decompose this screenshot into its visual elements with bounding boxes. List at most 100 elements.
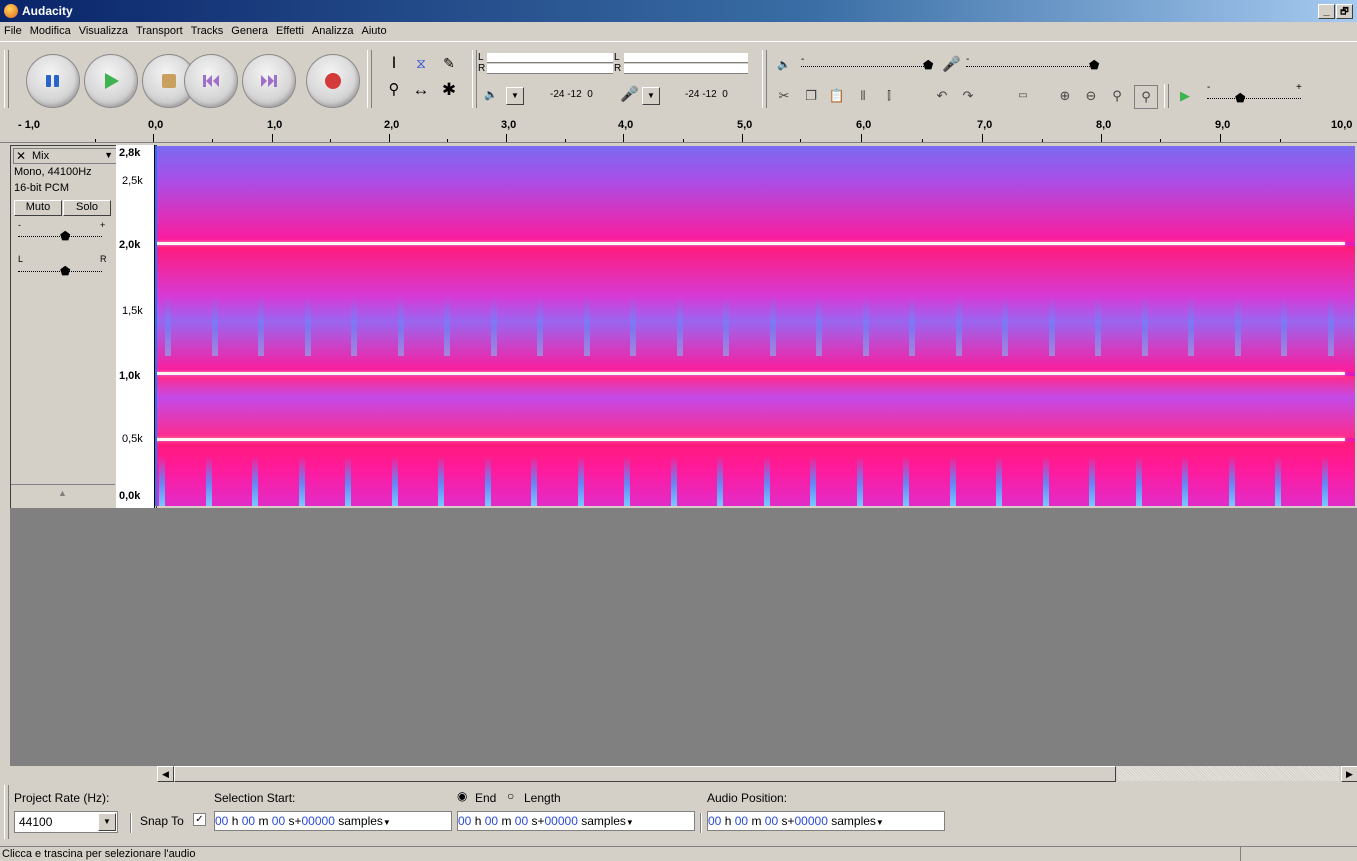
output-volume-thumb[interactable]: ⬟ xyxy=(923,58,933,72)
mute-button[interactable]: Muto xyxy=(14,200,62,216)
snap-to-checkbox[interactable]: ✓ xyxy=(193,813,206,826)
pan-slider-thumb[interactable]: ⬟ xyxy=(60,264,70,278)
menu-genera[interactable]: Genera xyxy=(231,25,268,37)
toolbar-grip[interactable] xyxy=(4,50,9,108)
menu-visualizza[interactable]: Visualizza xyxy=(79,25,128,37)
scroll-right-icon[interactable]: ▶ xyxy=(1341,766,1357,782)
timeline-ruler[interactable]: - 1,0 0,0 1,0 2,0 3,0 4,0 5,0 6,0 7,0 8,… xyxy=(0,114,1357,143)
play-meter-dropdown[interactable]: ▼ xyxy=(506,87,524,105)
copy-icon[interactable]: ❐ xyxy=(800,85,822,107)
output-volume-slider[interactable] xyxy=(801,66,928,69)
chevron-down-icon[interactable]: ▼ xyxy=(98,813,116,831)
audio-position-label: Audio Position: xyxy=(707,791,788,805)
menu-effetti[interactable]: Effetti xyxy=(276,25,304,37)
play-button[interactable] xyxy=(84,54,138,108)
menu-file[interactable]: File xyxy=(4,25,22,37)
selection-end-field[interactable]: 00 h 00 m 00 s+00000 samples▼ xyxy=(457,811,695,831)
spectrogram-pulse xyxy=(1182,456,1188,506)
end-radio-label[interactable]: End xyxy=(475,791,496,805)
draw-tool-icon[interactable]: ✎ xyxy=(436,52,462,74)
spectrogram-pulse xyxy=(1089,456,1095,506)
playat-grip[interactable] xyxy=(1164,84,1169,108)
pan-left-label: L xyxy=(18,254,24,264)
meter-grip[interactable] xyxy=(472,50,477,108)
status-bar: Clicca e trascina per selezionare l'audi… xyxy=(0,846,1357,861)
spectrogram-pulse xyxy=(211,296,218,356)
empty-track-area[interactable] xyxy=(10,508,1357,766)
zoom-in-icon[interactable]: ⊕ xyxy=(1054,85,1076,107)
title-bar: Audacity _ 🗗 xyxy=(0,0,1357,22)
track-name-menu[interactable]: ✕ Mix ▼ xyxy=(13,148,117,164)
multi-tool-icon[interactable]: ✱ xyxy=(436,79,462,101)
length-radio-label[interactable]: Length xyxy=(524,791,561,805)
menu-analizza[interactable]: Analizza xyxy=(312,25,354,37)
redo-icon[interactable]: ↷ xyxy=(957,85,979,107)
collapse-track-icon[interactable]: ▲ xyxy=(58,488,67,498)
spectrogram-pulse xyxy=(484,456,491,506)
restore-button[interactable]: 🗗 xyxy=(1336,4,1353,19)
track-bit-depth: 16-bit PCM xyxy=(14,182,70,194)
spectrogram-pulse xyxy=(769,296,776,356)
minimize-button[interactable]: _ xyxy=(1318,4,1335,19)
spectrogram-pulse xyxy=(205,456,212,506)
zoom-tool-icon[interactable]: ⚲ xyxy=(381,79,407,101)
spectrogram-pulse xyxy=(903,456,909,506)
spectrogram-pulse xyxy=(763,456,770,506)
sync-lock-icon[interactable]: ▭ xyxy=(1012,85,1034,107)
skip-to-start-button[interactable] xyxy=(184,54,238,108)
length-radio-icon[interactable]: ○ xyxy=(507,789,514,803)
spectrogram-pulse xyxy=(1002,296,1008,356)
trim-icon[interactable]: ⫼ xyxy=(852,85,874,107)
gain-min: - xyxy=(18,220,21,230)
fit-selection-icon[interactable]: ⚲ xyxy=(1106,85,1128,107)
gain-slider-thumb[interactable]: ⬟ xyxy=(60,229,70,243)
menu-modifica[interactable]: Modifica xyxy=(30,25,71,37)
timeshift-tool-icon[interactable]: ↔ xyxy=(408,79,434,101)
play-speed-thumb[interactable]: ⬟ xyxy=(1235,91,1245,105)
selection-toolbar: Project Rate (Hz): 44100 ▼ Snap To ✓ Sel… xyxy=(0,783,1357,841)
spectrogram-pulse xyxy=(577,456,584,506)
spectrogram-pulse xyxy=(351,296,357,356)
pause-button[interactable] xyxy=(26,54,80,108)
horizontal-scrollbar[interactable]: ◀ ▶ xyxy=(155,766,1357,782)
record-button[interactable] xyxy=(306,54,360,108)
end-radio-icon[interactable]: ◉ xyxy=(457,789,467,803)
silence-icon[interactable]: ⫿ xyxy=(878,85,900,107)
scroll-thumb[interactable] xyxy=(174,766,1116,782)
tools-grip[interactable] xyxy=(367,50,372,108)
zoom-out-icon[interactable]: ⊖ xyxy=(1080,85,1102,107)
menu-transport[interactable]: Transport xyxy=(136,25,183,37)
menu-tracks[interactable]: Tracks xyxy=(191,25,224,37)
skip-to-end-button[interactable] xyxy=(242,54,296,108)
chevron-down-icon: ▼ xyxy=(104,150,113,160)
scale-label: 2,5k xyxy=(122,175,143,187)
close-track-icon[interactable]: ✕ xyxy=(16,149,26,163)
play-icon xyxy=(105,73,119,89)
fit-project-icon[interactable]: ⚲ xyxy=(1134,85,1158,109)
cut-icon[interactable]: ✂ xyxy=(773,85,795,107)
ruler-label: 1,0 xyxy=(267,119,283,131)
play-at-speed-icon[interactable]: ▶ xyxy=(1174,85,1196,107)
spectrogram-view[interactable] xyxy=(155,146,1355,506)
input-volume-slider[interactable] xyxy=(966,66,1096,69)
selection-grip[interactable] xyxy=(4,785,9,839)
scroll-left-icon[interactable]: ◀ xyxy=(157,766,174,782)
selection-start-field[interactable]: 00 h 00 m 00 s+00000 samples▼ xyxy=(214,811,452,831)
play-speed-slider[interactable] xyxy=(1207,98,1301,101)
envelope-tool-icon[interactable]: ⧖ xyxy=(408,52,434,74)
paste-icon[interactable]: 📋 xyxy=(826,85,848,107)
scale-label: 1,0k xyxy=(119,370,141,382)
menu-aiuto[interactable]: Aiuto xyxy=(362,25,387,37)
spectrogram-pulse xyxy=(856,456,863,506)
edit-grip[interactable] xyxy=(762,84,767,108)
selection-tool-icon[interactable]: I xyxy=(381,52,407,74)
spectrogram-pulse xyxy=(1188,296,1194,356)
project-rate-select[interactable]: 44100 ▼ xyxy=(14,811,118,833)
spectrogram-pulse xyxy=(298,456,305,506)
input-volume-thumb[interactable]: ⬟ xyxy=(1089,58,1099,72)
play-meter-scale: -24 -12 0 xyxy=(550,89,593,100)
rec-meter-dropdown[interactable]: ▼ xyxy=(642,87,660,105)
solo-button[interactable]: Solo xyxy=(63,200,111,216)
audio-position-field[interactable]: 00 h 00 m 00 s+00000 samples▼ xyxy=(707,811,945,831)
undo-icon[interactable]: ↶ xyxy=(931,85,953,107)
